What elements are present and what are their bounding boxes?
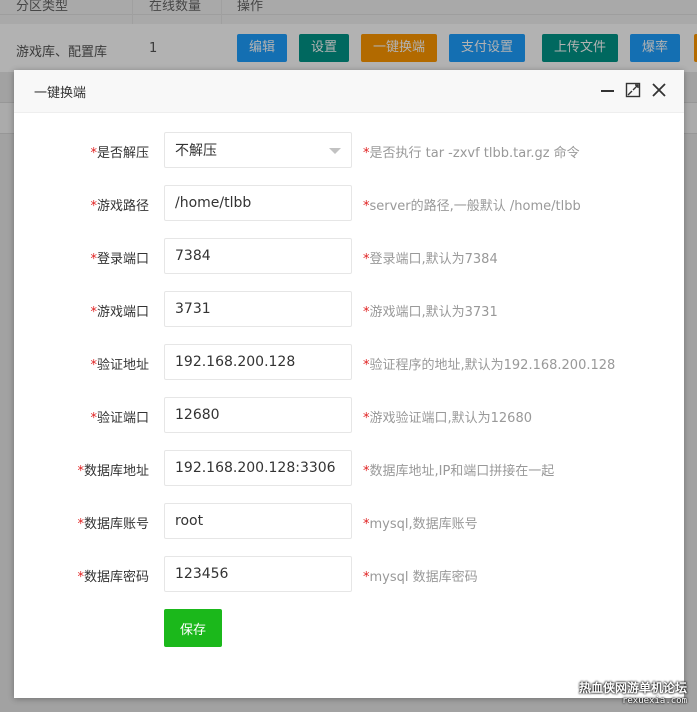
form-row-login-port: *登录端口 *登录端口,默认为7384 [14,238,684,276]
db-account-input[interactable] [164,503,352,539]
field-hint: *是否执行 tar -zxvf tlbb.tar.gz 命令 [363,146,580,161]
field-label: *数据库账号 [77,517,149,532]
dialog-title: 一键换端 [34,86,87,101]
form-row-db-address: *数据库地址 *数据库地址,IP和端口拼接在一起 [14,450,684,488]
field-label: *游戏路径 [90,199,149,214]
form-row-game-port: *游戏端口 *游戏端口,默认为3731 [14,291,684,329]
close-icon[interactable] [651,82,667,98]
login-port-input[interactable] [164,238,352,274]
game-port-input[interactable] [164,291,352,327]
auth-address-input[interactable] [164,344,352,380]
auth-port-input[interactable] [164,397,352,433]
game-path-input[interactable] [164,185,352,221]
watermark-url: rexuexia.com [621,696,687,706]
chevron-down-icon [329,148,341,154]
save-button[interactable]: 保存 [164,609,222,647]
select-value: 不解压 [175,143,217,159]
form-row-unzip: *是否解压 不解压 *是否执行 tar -zxvf tlbb.tar.gz 命令 [14,132,684,170]
form-row-auth-port: *验证端口 *游戏验证端口,默认为12680 [14,397,684,435]
field-label: *是否解压 [90,146,149,161]
field-hint: *数据库地址,IP和端口拼接在一起 [363,464,555,479]
field-label: *验证地址 [90,358,149,373]
switch-client-dialog: 一键换端 *是否解压 不解压 *是否执行 tar -zxvf tlbb.tar.… [14,70,684,698]
dialog-header: 一键换端 [14,70,684,113]
field-label: *数据库地址 [77,464,149,479]
field-hint: *游戏端口,默认为3731 [363,305,498,320]
form-row-db-account: *数据库账号 *mysql,数据库账号 [14,503,684,541]
field-hint: *验证程序的地址,默认为192.168.200.128 [363,358,616,373]
form-row-db-password: *数据库密码 *mysql 数据库密码 [14,556,684,594]
db-address-input[interactable] [164,450,352,486]
minimize-icon[interactable] [600,82,616,98]
field-label: *登录端口 [90,252,149,267]
field-label: *游戏端口 [90,305,149,320]
db-password-input[interactable] [164,556,352,592]
watermark-title: 热血侠网游单机论坛 [578,681,687,695]
field-hint: *登录端口,默认为7384 [363,252,498,267]
field-hint: *mysql 数据库密码 [363,570,478,585]
field-hint: *游戏验证端口,默认为12680 [363,411,532,426]
field-label: *数据库密码 [77,570,149,585]
maximize-icon[interactable] [625,82,641,98]
watermark: 热血侠网游单机论坛 rexuexia.com [579,679,687,706]
field-hint: *server的路径,一般默认 /home/tlbb [363,199,581,214]
field-label: *验证端口 [90,411,149,426]
form-row-auth-address: *验证地址 *验证程序的地址,默认为192.168.200.128 [14,344,684,382]
form-row-game-path: *游戏路径 *server的路径,一般默认 /home/tlbb [14,185,684,223]
unzip-select[interactable]: 不解压 [164,132,352,168]
field-hint: *mysql,数据库账号 [363,517,478,532]
